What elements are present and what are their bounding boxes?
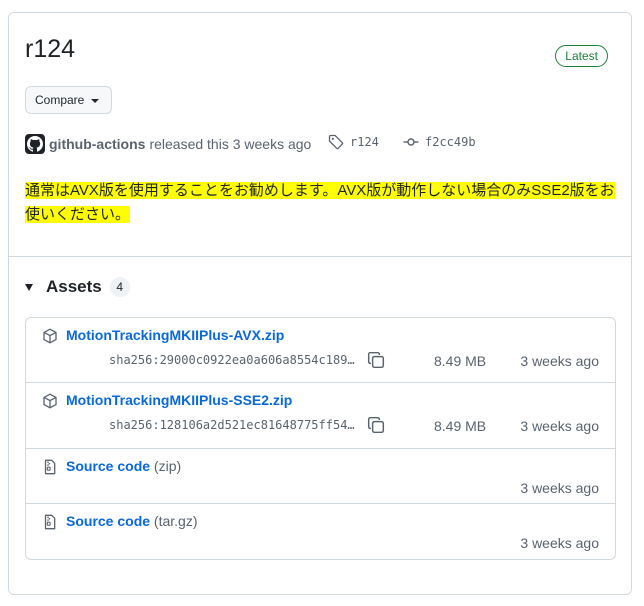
asset-name: Source code [66, 513, 151, 529]
tag-icon [328, 134, 344, 150]
asset-suffix: (zip) [153, 458, 182, 474]
package-icon [43, 393, 57, 409]
release-title[interactable]: r124 [25, 35, 75, 64]
asset-row: Source code (tar.gz) 3 weeks ago [26, 504, 615, 559]
assets-toggle[interactable]: Assets 4 [25, 276, 130, 298]
asset-name-link[interactable]: Source code (tar.gz) [66, 513, 198, 529]
asset-date: 3 weeks ago [520, 480, 599, 496]
compare-button-label: Compare [35, 93, 85, 107]
asset-date: 3 weeks ago [520, 353, 599, 369]
tag-label: r124 [350, 135, 379, 149]
asset-name-link[interactable]: MotionTrackingMKIIPlus-SSE2.zip [66, 392, 292, 408]
asset-sha: sha256:29000c0922ea0a606a8554c1896b5… [109, 353, 355, 367]
divider [9, 256, 631, 257]
assets-count-badge: 4 [109, 277, 130, 297]
avatar[interactable] [25, 134, 45, 154]
release-notes: 通常はAVX版を使用することをお勧めします。AVX版が動作しない場合のみSSE2… [25, 179, 617, 227]
released-text: released this 3 weeks ago [149, 136, 312, 152]
package-icon [43, 328, 57, 344]
tag-link[interactable]: r124 [328, 134, 379, 150]
asset-name: Source code [66, 458, 151, 474]
git-commit-icon [403, 138, 419, 146]
commit-sha-label: f2cc49b [425, 135, 476, 149]
asset-date: 3 weeks ago [520, 535, 599, 551]
asset-row: MotionTrackingMKIIPlus-AVX.zip sha256:29… [26, 318, 615, 383]
asset-date: 3 weeks ago [520, 418, 599, 434]
release-notes-text: 通常はAVX版を使用することをお勧めします。AVX版が動作しない場合のみSSE2… [25, 182, 615, 223]
compare-button[interactable]: Compare [25, 86, 112, 114]
asset-size: 8.49 MB [434, 353, 487, 369]
assets-list: MotionTrackingMKIIPlus-AVX.zip sha256:29… [25, 317, 616, 560]
author-link[interactable]: github-actions [49, 136, 145, 152]
asset-name-link[interactable]: MotionTrackingMKIIPlus-AVX.zip [66, 327, 284, 343]
asset-row: Source code (zip) 3 weeks ago [26, 449, 615, 504]
assets-heading: Assets [46, 277, 102, 296]
asset-row: MotionTrackingMKIIPlus-SSE2.zip sha256:1… [26, 383, 615, 449]
copy-icon[interactable] [367, 351, 385, 369]
file-zip-icon [44, 459, 56, 475]
asset-sha: sha256:128106a2d521ec81648775ff54968… [109, 418, 355, 432]
chevron-down-icon [91, 98, 100, 103]
release-meta: github-actions released this 3 weeks ago… [25, 134, 625, 154]
github-mark-icon [27, 136, 43, 152]
release-card: r124 Latest Compare github-actions relea… [8, 12, 632, 595]
asset-name-link[interactable]: Source code (zip) [66, 458, 181, 474]
file-zip-icon [44, 514, 56, 530]
asset-size: 8.49 MB [434, 418, 487, 434]
latest-badge: Latest [555, 45, 608, 67]
asset-name: MotionTrackingMKIIPlus-SSE2.zip [66, 392, 293, 408]
copy-icon[interactable] [367, 416, 385, 434]
asset-suffix: (tar.gz) [153, 513, 198, 529]
asset-name: MotionTrackingMKIIPlus-AVX.zip [66, 327, 285, 343]
triangle-down-icon [25, 283, 33, 291]
commit-link[interactable]: f2cc49b [403, 134, 476, 150]
